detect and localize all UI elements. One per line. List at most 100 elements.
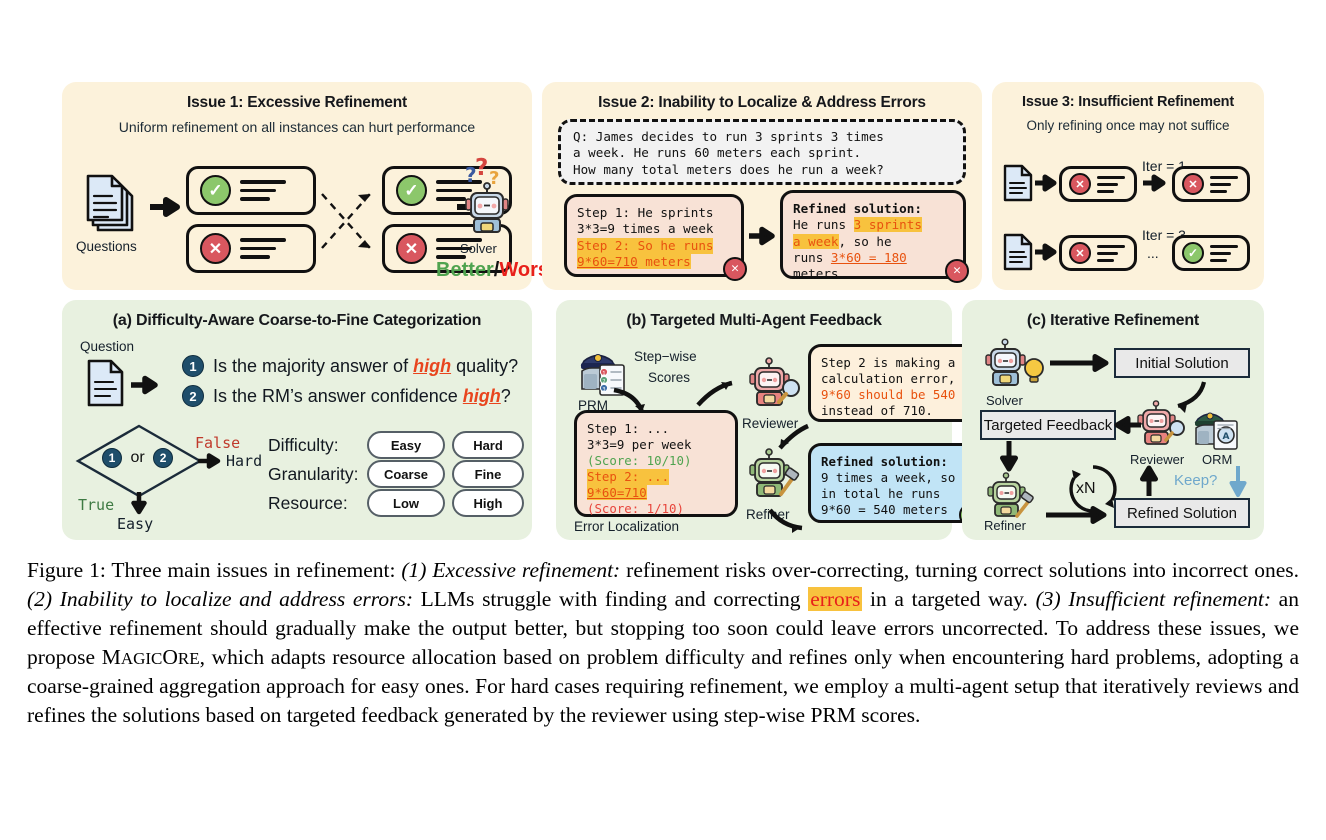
question-line-3: How many total meters does he run a week… [573,161,884,177]
solver-label: Solver [460,241,497,256]
incorrect-cross-icon: ✕ [1069,242,1091,264]
number-badge-2: 2 [182,385,204,408]
refined-solution-bubble-b: Refined solution: 9 times a week, so in … [808,443,983,527]
arrow-question-to-checks [131,375,161,395]
arrow-refiner-to-refined [768,508,812,534]
incorrect-cross-icon: ✕ [945,259,969,283]
solver-label-c: Solver [986,393,1023,408]
svg-text:?: ? [475,155,488,181]
chip-difficulty-hard[interactable]: Hard [452,431,524,459]
initial-solution-box: Initial Solution [1114,348,1250,378]
solution-box-incorrect-iter0-a: ✕ [1059,166,1137,202]
q1-text-b: quality? [451,355,519,376]
chip-resource-high[interactable]: High [452,489,524,517]
reviewer-robot-icon [746,355,802,417]
orig-line-1: Step 1: He sprints [577,205,714,220]
caption-issue2-emphasis: (2) Inability to localize and address er… [27,586,413,611]
correct-check-icon: ✓ [200,175,231,206]
refined-solution-box-c: Refined Solution [1114,498,1250,528]
question-doc-icon [86,358,126,410]
orig-line-4-error: 9*60=710 [577,254,638,270]
question-line-1: Q: James decides to run 3 sprints 3 time… [573,129,884,144]
orm-police-icon: A [1190,404,1244,452]
caption-errors-highlight: errors [808,586,863,611]
caption-issue1-text: refinement risks over-correcting, turnin… [620,558,1299,582]
svg-text:3: 3 [602,387,605,393]
chip-granularity-fine[interactable]: Fine [452,460,524,488]
incorrect-cross-icon: ✕ [723,257,747,281]
targeted-feedback-box: Targeted Feedback [980,410,1116,440]
keep-label: Keep? [1174,472,1218,489]
magicore-o: O [162,644,178,669]
solution-lines [240,238,286,259]
solution-box-incorrect-iter1: ✕ [1172,166,1250,202]
chip-granularity-coarse[interactable]: Coarse [367,460,445,488]
diamond-or-label: or [130,449,145,466]
issue3-subtitle: Only refining once may not suffice [1026,118,1230,133]
row-label-difficulty: Difficulty: [268,435,339,455]
arrow-keep-down-icon [1229,466,1247,498]
panel-b-title: (b) Targeted Multi-Agent Feedback [626,312,882,329]
arrow-iteration-1 [1143,174,1169,192]
error-localization-bubble: Step 1: ... 3*3=9 per week (Score: 10/10… [574,410,738,517]
arrow-solver-to-initial [1050,354,1112,372]
solution-lines [1210,244,1238,262]
incorrect-cross-icon: ✕ [1069,173,1091,195]
magicore-agi: AGIC [120,648,163,668]
chip-resource-low[interactable]: Low [367,489,445,517]
refiner-label-c: Refiner [984,518,1026,533]
refined-solution-bubble-issue2: Refined solution: He runs 3 sprints a we… [780,190,969,283]
chip-difficulty-easy[interactable]: Easy [367,431,445,459]
caption-tail: , which adapts resource allocation based… [27,644,1300,727]
arrow-doc-to-solution-1 [1035,174,1059,192]
error-localization-label: Error Localization [574,519,680,534]
caption-issue2-text-b: in a targeted way. [862,586,1036,611]
magicore-re: RE [177,648,200,668]
arrow-steps-to-reviewer [696,375,748,409]
step-line-2: 3*3=9 per week [587,437,692,452]
outcome-better-label: Better [436,259,494,281]
orig-line-2: 3*3=9 times a week [577,221,714,237]
arrow-questions-to-solutions [150,197,182,217]
caption-issue3-emphasis: (3) Insufficient refinement: [1035,586,1272,611]
refiner-robot-icon [746,446,802,508]
question-line-2: a week. He runs 60 meters each sprint. [573,145,862,161]
issue1-subtitle: Uniform refinement on all instances can … [118,119,476,135]
question-doc-icon [1002,232,1034,272]
arrow-false-branch [198,453,224,469]
solution-box-incorrect-pre: ✕ [186,224,316,273]
figure-caption: Figure 1: Three main issues in refinemen… [27,556,1299,729]
step-score-2: (Score: 1/10) [587,501,684,516]
feedback-line-4: instead of 710. [821,403,933,419]
number-badge-2: 2 [153,448,174,468]
correct-check-icon: ✓ [1182,242,1204,264]
panel-b-feedback: (b) Targeted Multi-Agent Feedback 1 2 3 [556,300,983,540]
refined-l3b-error: 3*60 = 180 [830,250,907,266]
magicore-m: M [101,644,121,669]
incorrect-cross-icon: ✕ [1182,173,1204,195]
solution-lines [240,180,286,201]
refined-l1a: He runs [793,217,854,233]
caption-prefix: Figure 1: Three main issues in refinemen… [27,558,402,582]
caption-issue2-text-a: LLMs struggle with finding and correctin… [412,586,809,611]
arrow-feedback-to-refiner [1000,441,1018,473]
step-score-1: (Score: 10/10) [587,453,692,468]
solver-robot-icon-c [982,338,1048,394]
crossing-refinement-arrows [318,166,384,274]
questions-stack-icon [84,170,146,240]
solution-lines [1097,244,1125,262]
panel-c-iterative: (c) Iterative Refinement Solver Initial … [962,300,1264,540]
magicore-name: MAGICORE [102,645,200,669]
check-question-1: 1 Is the majority answer of high quality? [182,355,519,378]
issue3-title: Issue 3: Insufficient Refinement [1022,94,1234,110]
solution-lines [1210,175,1238,193]
refined-b-line-1: 9 times a week, so [821,470,956,486]
check-question-2: 2 Is the RM’s answer confidence high? [182,385,511,408]
issue1-title: Issue 1: Excessive Refinement [187,94,407,111]
arrow-reviewer-to-feedback [1114,416,1141,434]
correct-check-icon: ✓ [396,175,427,206]
caption-issue1-emphasis: (1) Excessive refinement: [401,558,621,582]
iteration-ellipsis: ... [1147,245,1159,261]
false-branch-label: False [195,434,241,452]
true-branch-label: True [78,496,115,514]
